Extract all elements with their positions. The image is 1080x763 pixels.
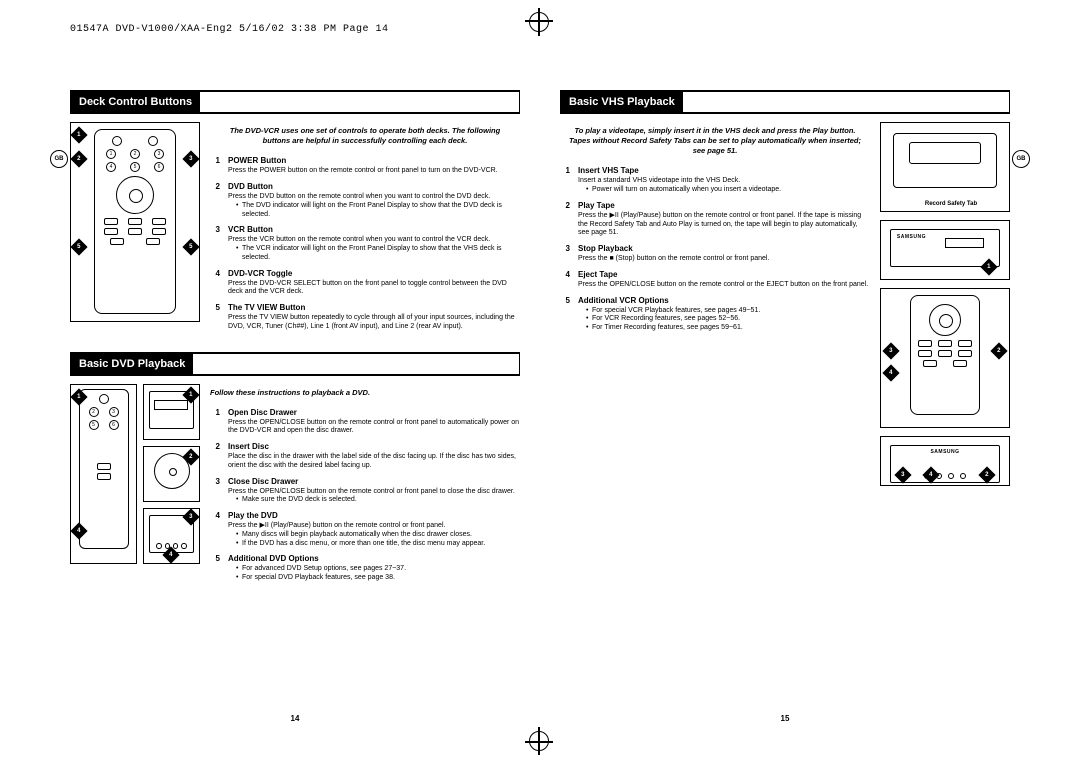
- step-title: Close Disc Drawer: [228, 477, 520, 487]
- step-text: Press the ▶II (Play/Pause) button on the…: [578, 212, 870, 238]
- section-header: Basic VHS Playback: [560, 90, 1010, 114]
- step-text: Press the TV VIEW button repeatedly to c…: [228, 314, 520, 332]
- step-title: Insert Disc: [228, 442, 520, 452]
- step-title: Open Disc Drawer: [228, 408, 520, 418]
- step-number: 5: [560, 296, 570, 333]
- step-title: Insert VHS Tape: [578, 166, 870, 176]
- step-number: 5: [210, 303, 220, 332]
- step-text: Insert a standard VHS videotape into the…: [578, 177, 870, 186]
- step-title: The TV VIEW Button: [228, 303, 520, 313]
- step-text: Press the VCR button on the remote contr…: [228, 236, 520, 245]
- page-right: Basic VHS Playback To play a videotape, …: [560, 60, 1010, 723]
- step-bullet: Make sure the DVD deck is selected.: [236, 496, 520, 505]
- step-number: 3: [210, 477, 220, 506]
- section-intro: To play a videotape, simply insert it in…: [560, 122, 870, 166]
- step-title: Additional VCR Options: [578, 296, 870, 306]
- section-intro: Follow these instructions to playback a …: [210, 384, 520, 408]
- step-title: Play Tape: [578, 201, 870, 211]
- step-number: 5: [210, 554, 220, 583]
- crop-mark: [529, 731, 549, 751]
- step-bullet: If the DVD has a disc menu, or more than…: [236, 540, 520, 549]
- step-title: Play the DVD: [228, 511, 520, 521]
- illustration-deck: 3 4: [143, 508, 200, 564]
- page-number: 14: [291, 714, 300, 723]
- step-number: 1: [210, 408, 220, 437]
- brand-label: SAMSUNG: [930, 449, 959, 455]
- step-bullet: For Timer Recording features, see pages …: [586, 324, 870, 333]
- step-number: 3: [560, 244, 570, 264]
- illustration-deck: SAMSUNG 3 4 2: [880, 436, 1010, 486]
- section-title: Basic VHS Playback: [561, 92, 683, 112]
- step-title: Eject Tape: [578, 270, 870, 280]
- brand-label: SAMSUNG: [897, 234, 926, 240]
- step-text: Place the disc in the drawer with the la…: [228, 453, 520, 471]
- step-text: Press the OPEN/CLOSE button on the remot…: [578, 281, 870, 290]
- page-left: Deck Control Buttons 123 456 1 2: [70, 60, 520, 723]
- step-bullet: For special VCR Playback features, see p…: [586, 307, 870, 316]
- step-number: 2: [560, 201, 570, 238]
- language-badge: GB: [50, 150, 68, 168]
- step-number: 4: [210, 269, 220, 298]
- step-text: Press the DVD-VCR SELECT button on the f…: [228, 280, 520, 298]
- step-text: Press the POWER button on the remote con…: [228, 167, 520, 176]
- page-spread: Deck Control Buttons 123 456 1 2: [70, 60, 1010, 723]
- illustration-remote: 3 2 4: [880, 288, 1010, 428]
- step-number: 3: [210, 225, 220, 262]
- section-header: Basic DVD Playback: [70, 352, 520, 376]
- step-bullet: The VCR indicator will light on the Fron…: [236, 245, 520, 263]
- step-title: Stop Playback: [578, 244, 870, 254]
- step-text: Press the OPEN/CLOSE button on the remot…: [228, 419, 520, 437]
- step-number: 4: [560, 270, 570, 290]
- step-title: VCR Button: [228, 225, 520, 235]
- step-number: 2: [210, 182, 220, 219]
- step-bullet: For special DVD Playback features, see p…: [236, 574, 520, 583]
- section-header: Deck Control Buttons: [70, 90, 520, 114]
- illustration-remote-partial: 23 56 1 4: [70, 384, 137, 564]
- section-title: Basic DVD Playback: [71, 354, 193, 374]
- illustration-disc: 2: [143, 446, 200, 502]
- tape-label: Record Safety Tab: [887, 201, 1015, 207]
- language-badge: GB: [1012, 150, 1030, 168]
- illustration-remote: 123 456 1 2 3 5 5: [70, 122, 200, 322]
- step-text: Press the DVD button on the remote contr…: [228, 193, 520, 202]
- print-header: 01547A DVD-V1000/XAA-Eng2 5/16/02 3:38 P…: [70, 24, 389, 35]
- step-number: 2: [210, 442, 220, 471]
- step-title: DVD Button: [228, 182, 520, 192]
- section-title: Deck Control Buttons: [71, 92, 200, 112]
- page-number: 15: [781, 714, 790, 723]
- illustration-deck: SAMSUNG 1: [880, 220, 1010, 280]
- step-title: DVD-VCR Toggle: [228, 269, 520, 279]
- crop-mark: [529, 12, 549, 32]
- step-bullet: The DVD indicator will light on the Fron…: [236, 202, 520, 220]
- step-text: Press the ▶II (Play/Pause) button on the…: [228, 522, 520, 531]
- section-intro: The DVD-VCR uses one set of controls to …: [210, 122, 520, 156]
- step-title: POWER Button: [228, 156, 520, 166]
- step-bullet: For VCR Recording features, see pages 52…: [586, 315, 870, 324]
- step-text: Press the ■ (Stop) button on the remote …: [578, 255, 870, 264]
- step-title: Additional DVD Options: [228, 554, 520, 564]
- illustration-vhs-tape: Record Safety Tab: [880, 122, 1010, 212]
- step-bullet: For advanced DVD Setup options, see page…: [236, 565, 520, 574]
- step-number: 1: [560, 166, 570, 195]
- step-text: Press the OPEN/CLOSE button on the remot…: [228, 488, 520, 497]
- step-number: 4: [210, 511, 220, 548]
- step-bullet: Many discs will begin playback automatic…: [236, 531, 520, 540]
- step-bullet: Power will turn on automatically when yo…: [586, 186, 870, 195]
- illustration-deck: 1: [143, 384, 200, 440]
- step-number: 1: [210, 156, 220, 176]
